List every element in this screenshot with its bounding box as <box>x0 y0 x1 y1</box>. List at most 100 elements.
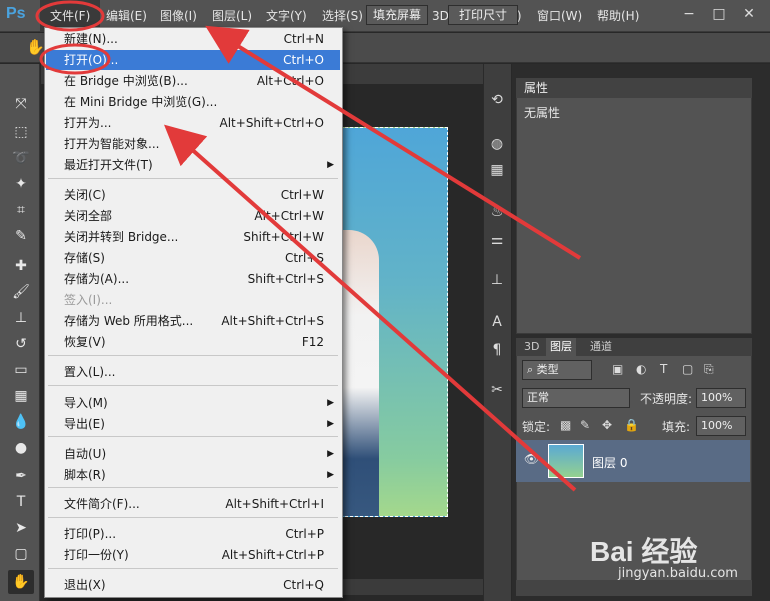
filter-type-icon[interactable]: T <box>660 362 667 376</box>
menu-separator <box>48 487 338 488</box>
clone-source-icon[interactable]: ⊥ <box>487 270 507 290</box>
layer-name[interactable]: 图层 0 <box>592 454 627 471</box>
maximize-icon[interactable]: □ <box>706 4 732 24</box>
filter-smart-icon[interactable]: ⎘ <box>704 362 714 377</box>
lock-pixels-icon[interactable]: ✎ <box>580 418 590 432</box>
eraser-tool-icon[interactable]: ▭ <box>8 358 34 382</box>
photoshop-logo: Ps <box>6 5 26 22</box>
menu-separator <box>48 178 338 179</box>
dodge-tool-icon[interactable]: ● <box>8 436 34 460</box>
tab-3d[interactable]: 3D <box>520 338 543 356</box>
menu-item-open-as[interactable]: 打开为... Alt+Shift+Ctrl+O <box>46 113 340 133</box>
blur-tool-icon[interactable]: 💧 <box>8 410 34 434</box>
move-tool-icon[interactable]: ⤧ <box>8 92 34 116</box>
menu-item-browse-bridge[interactable]: 在 Bridge 中浏览(B)... Alt+Ctrl+O <box>46 71 340 91</box>
menu-item-browse-mini-bridge[interactable]: 在 Mini Bridge 中浏览(G)... <box>46 92 340 112</box>
blend-mode-select[interactable]: 正常 <box>522 388 630 408</box>
menu-separator <box>48 568 338 569</box>
lasso-tool-icon[interactable]: ➰ <box>8 146 34 170</box>
watermark-url: jingyan.baidu.com <box>618 566 738 581</box>
menu-item-import[interactable]: 导入(M) ▶ <box>46 393 340 413</box>
clone-stamp-tool-icon[interactable]: ⊥ <box>8 306 34 330</box>
tools-icon[interactable]: ✂ <box>487 380 507 400</box>
brush-tool-icon[interactable]: 🖌 <box>8 280 34 304</box>
lock-transparent-icon[interactable]: ▩ <box>560 418 571 432</box>
lock-label: 锁定: <box>522 420 551 434</box>
fill-field[interactable]: 100% <box>696 416 746 436</box>
menu-item-place[interactable]: 置入(L)... <box>46 362 340 382</box>
eye-icon[interactable]: 👁 <box>524 452 539 466</box>
shape-tool-icon[interactable]: ▢ <box>8 542 34 566</box>
properties-title[interactable]: 属性 <box>516 78 752 98</box>
menu-item-revert[interactable]: 恢复(V) F12 <box>46 332 340 352</box>
menu-item-file-info[interactable]: 文件简介(F)... Alt+Shift+Ctrl+I <box>46 494 340 514</box>
marquee-tool-icon[interactable]: ⬚ <box>8 120 34 144</box>
filter-pixel-icon[interactable]: ▣ <box>612 362 623 376</box>
menu-window[interactable]: 窗口(W) <box>537 0 582 32</box>
tab-channels[interactable]: 通道 <box>586 338 616 356</box>
lock-position-icon[interactable]: ✥ <box>602 418 612 432</box>
menu-item-save-for-web[interactable]: 存储为 Web 所用格式... Alt+Shift+Ctrl+S <box>46 311 340 331</box>
eyedropper-tool-icon[interactable]: ✎ <box>8 224 34 248</box>
history-icon[interactable]: ⟲ <box>487 90 507 110</box>
grid-icon[interactable]: ▦ <box>487 160 507 180</box>
menu-item-close-all[interactable]: 关闭全部 Alt+Ctrl+W <box>46 206 340 226</box>
close-icon[interactable]: ✕ <box>736 4 762 24</box>
search-icon: ⌕ <box>527 363 537 376</box>
layer-filter-select[interactable]: ⌕ 类型 <box>522 360 592 380</box>
crop-tool-icon[interactable]: ⌗ <box>8 198 34 222</box>
brush-preset-icon[interactable]: ♨ <box>487 202 507 222</box>
paragraph-icon[interactable]: ¶ <box>487 340 507 360</box>
swatches-icon[interactable]: ◍ <box>487 134 507 154</box>
print-size-button[interactable]: 打印尺寸 <box>448 5 518 25</box>
layer-filter-value: 类型 <box>536 363 559 376</box>
layers-footer <box>516 580 752 596</box>
history-brush-tool-icon[interactable]: ↺ <box>8 332 34 356</box>
menu-item-print-one-copy[interactable]: 打印一份(Y) Alt+Shift+Ctrl+P <box>46 545 340 565</box>
menu-item-open-smart-object[interactable]: 打开为智能对象... <box>46 134 340 154</box>
watermark-logo: Bai 经验 <box>590 536 698 567</box>
submenu-arrow-icon: ▶ <box>327 419 334 429</box>
pen-tool-icon[interactable]: ✒ <box>8 464 34 488</box>
type-tool-icon[interactable]: T <box>8 490 34 514</box>
menu-item-check-in: 签入(I)... <box>64 293 113 307</box>
canvas-scrollbar[interactable] <box>340 579 483 595</box>
gradient-tool-icon[interactable]: ▦ <box>8 384 34 408</box>
opacity-field[interactable]: 100% <box>696 388 746 408</box>
submenu-arrow-icon: ▶ <box>327 449 334 459</box>
menu-item-save-as[interactable]: 存储为(A)... Shift+Ctrl+S <box>46 269 340 289</box>
filter-adjustment-icon[interactable]: ◐ <box>636 362 646 376</box>
menu-item-new[interactable]: 新建(N)... Ctrl+N <box>46 29 340 49</box>
menu-item-scripts[interactable]: 脚本(R) ▶ <box>46 465 340 485</box>
menu-separator <box>48 385 338 386</box>
menu-separator <box>48 436 338 437</box>
menu-item-close-go-bridge[interactable]: 关闭并转到 Bridge... Shift+Ctrl+W <box>46 227 340 247</box>
tab-layers[interactable]: 图层 <box>546 338 576 356</box>
lock-all-icon[interactable]: 🔒 <box>624 418 639 432</box>
opacity-label: 不透明度: <box>640 392 693 406</box>
properties-content: 无属性 <box>524 106 561 120</box>
adjustments-icon[interactable]: ⚌ <box>487 230 507 250</box>
menu-item-export[interactable]: 导出(E) ▶ <box>46 414 340 434</box>
filter-shape-icon[interactable]: ▢ <box>682 362 693 376</box>
magic-wand-tool-icon[interactable]: ✦ <box>8 172 34 196</box>
menu-separator <box>48 355 338 356</box>
hand-tool-icon[interactable]: ✋ <box>8 570 34 594</box>
menu-item-exit[interactable]: 退出(X) Ctrl+Q <box>46 575 340 595</box>
menu-item-automate[interactable]: 自动(U) ▶ <box>46 444 340 464</box>
menu-help[interactable]: 帮助(H) <box>597 0 639 32</box>
character-icon[interactable]: A <box>487 312 507 332</box>
minimize-icon[interactable]: − <box>676 4 702 24</box>
submenu-arrow-icon: ▶ <box>327 398 334 408</box>
menu-item-recent-files[interactable]: 最近打开文件(T) ▶ <box>46 155 340 175</box>
menu-item-open[interactable]: 打开(O)... Ctrl+O <box>46 50 340 70</box>
fill-screen-button[interactable]: 填充屏幕 <box>366 5 428 25</box>
menu-separator <box>48 517 338 518</box>
menu-item-close[interactable]: 关闭(C) Ctrl+W <box>46 185 340 205</box>
menu-item-print[interactable]: 打印(P)... Ctrl+P <box>46 524 340 544</box>
submenu-arrow-icon: ▶ <box>327 160 334 170</box>
submenu-arrow-icon: ▶ <box>327 470 334 480</box>
menu-item-save[interactable]: 存储(S) Ctrl+S <box>46 248 340 268</box>
path-selection-tool-icon[interactable]: ➤ <box>8 516 34 540</box>
healing-brush-tool-icon[interactable]: ✚ <box>8 254 34 278</box>
